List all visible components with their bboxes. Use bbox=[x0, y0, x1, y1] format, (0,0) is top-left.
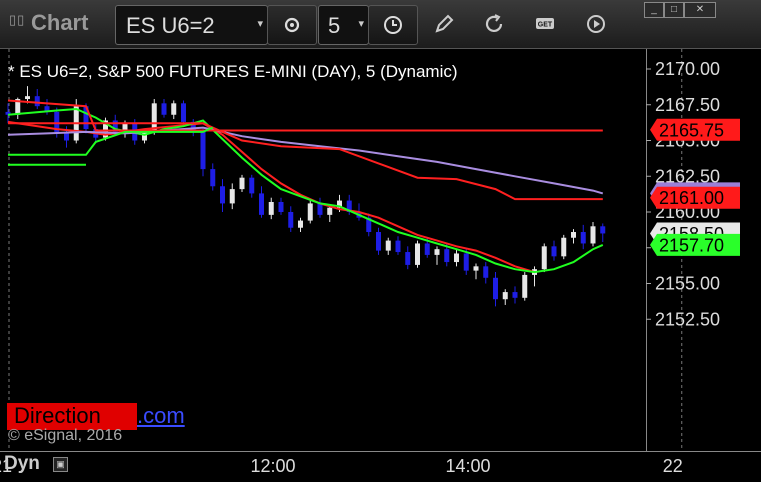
candle-body bbox=[298, 220, 303, 228]
candle-body bbox=[405, 252, 411, 265]
candle-body bbox=[541, 246, 547, 270]
candle-body bbox=[25, 96, 30, 100]
watermark-link[interactable]: .com bbox=[137, 403, 185, 429]
candle-body bbox=[229, 189, 235, 204]
candle-body bbox=[278, 201, 284, 212]
candle-body bbox=[444, 249, 450, 263]
candle-body bbox=[522, 274, 528, 298]
indicator-line bbox=[7, 99, 603, 132]
price-tag-label: 2161.00 bbox=[659, 188, 724, 208]
candle-body bbox=[463, 253, 469, 271]
x-tick-label: 14:00 bbox=[445, 456, 490, 476]
candle-body bbox=[454, 253, 459, 263]
candle-body bbox=[171, 103, 177, 115]
candle-body bbox=[395, 240, 401, 253]
candle-body bbox=[512, 292, 518, 298]
watermark-text: Direction bbox=[14, 403, 101, 428]
candle-body bbox=[483, 266, 489, 278]
candle-body bbox=[181, 103, 186, 122]
candle-body bbox=[551, 246, 557, 257]
lock-icon[interactable]: ▣ bbox=[53, 457, 68, 472]
y-tick-label: 2167.50 bbox=[655, 95, 720, 115]
candle-body bbox=[385, 240, 391, 251]
candle-body bbox=[561, 237, 567, 257]
candle-body bbox=[473, 266, 479, 271]
candle-body bbox=[288, 212, 294, 228]
copyright-text: © eSignal, 2016 bbox=[8, 427, 123, 444]
x-tick-label: 22 bbox=[663, 456, 683, 476]
candle-body bbox=[502, 292, 508, 300]
x-tick-label: 12:00 bbox=[250, 456, 295, 476]
candle-body bbox=[493, 277, 498, 300]
candle-body bbox=[327, 207, 333, 215]
candle-body bbox=[415, 243, 420, 265]
candle-body bbox=[259, 193, 264, 215]
candle-body bbox=[34, 96, 40, 107]
candle-body bbox=[239, 177, 245, 190]
y-tick-label: 2152.50 bbox=[655, 309, 720, 329]
dynamic-mode-label[interactable]: Dyn bbox=[4, 453, 40, 475]
candle-body bbox=[376, 232, 381, 251]
candle-body bbox=[142, 131, 147, 141]
candle-body bbox=[200, 131, 206, 170]
candle-body bbox=[590, 226, 596, 244]
candle-body bbox=[161, 103, 167, 115]
candle-body bbox=[307, 203, 313, 221]
candle-body bbox=[600, 226, 606, 234]
candle-body bbox=[317, 203, 323, 215]
y-tick-label: 2155.00 bbox=[655, 274, 720, 294]
candle-body bbox=[210, 169, 216, 187]
candle-body bbox=[424, 243, 430, 255]
candle-body bbox=[268, 201, 274, 215]
candle-body bbox=[434, 249, 440, 255]
indicator-line bbox=[8, 126, 214, 156]
candle-body bbox=[571, 232, 576, 238]
candle-body bbox=[220, 186, 225, 204]
chart-header: * ES U6=2, S&P 500 FUTURES E-MINI (DAY),… bbox=[8, 62, 458, 81]
price-tag-label: 2165.75 bbox=[659, 120, 724, 140]
price-tag-label: 2157.70 bbox=[659, 235, 724, 255]
candle-body bbox=[580, 232, 586, 244]
y-tick-label: 2170.00 bbox=[655, 59, 720, 79]
candle-body bbox=[249, 177, 255, 194]
